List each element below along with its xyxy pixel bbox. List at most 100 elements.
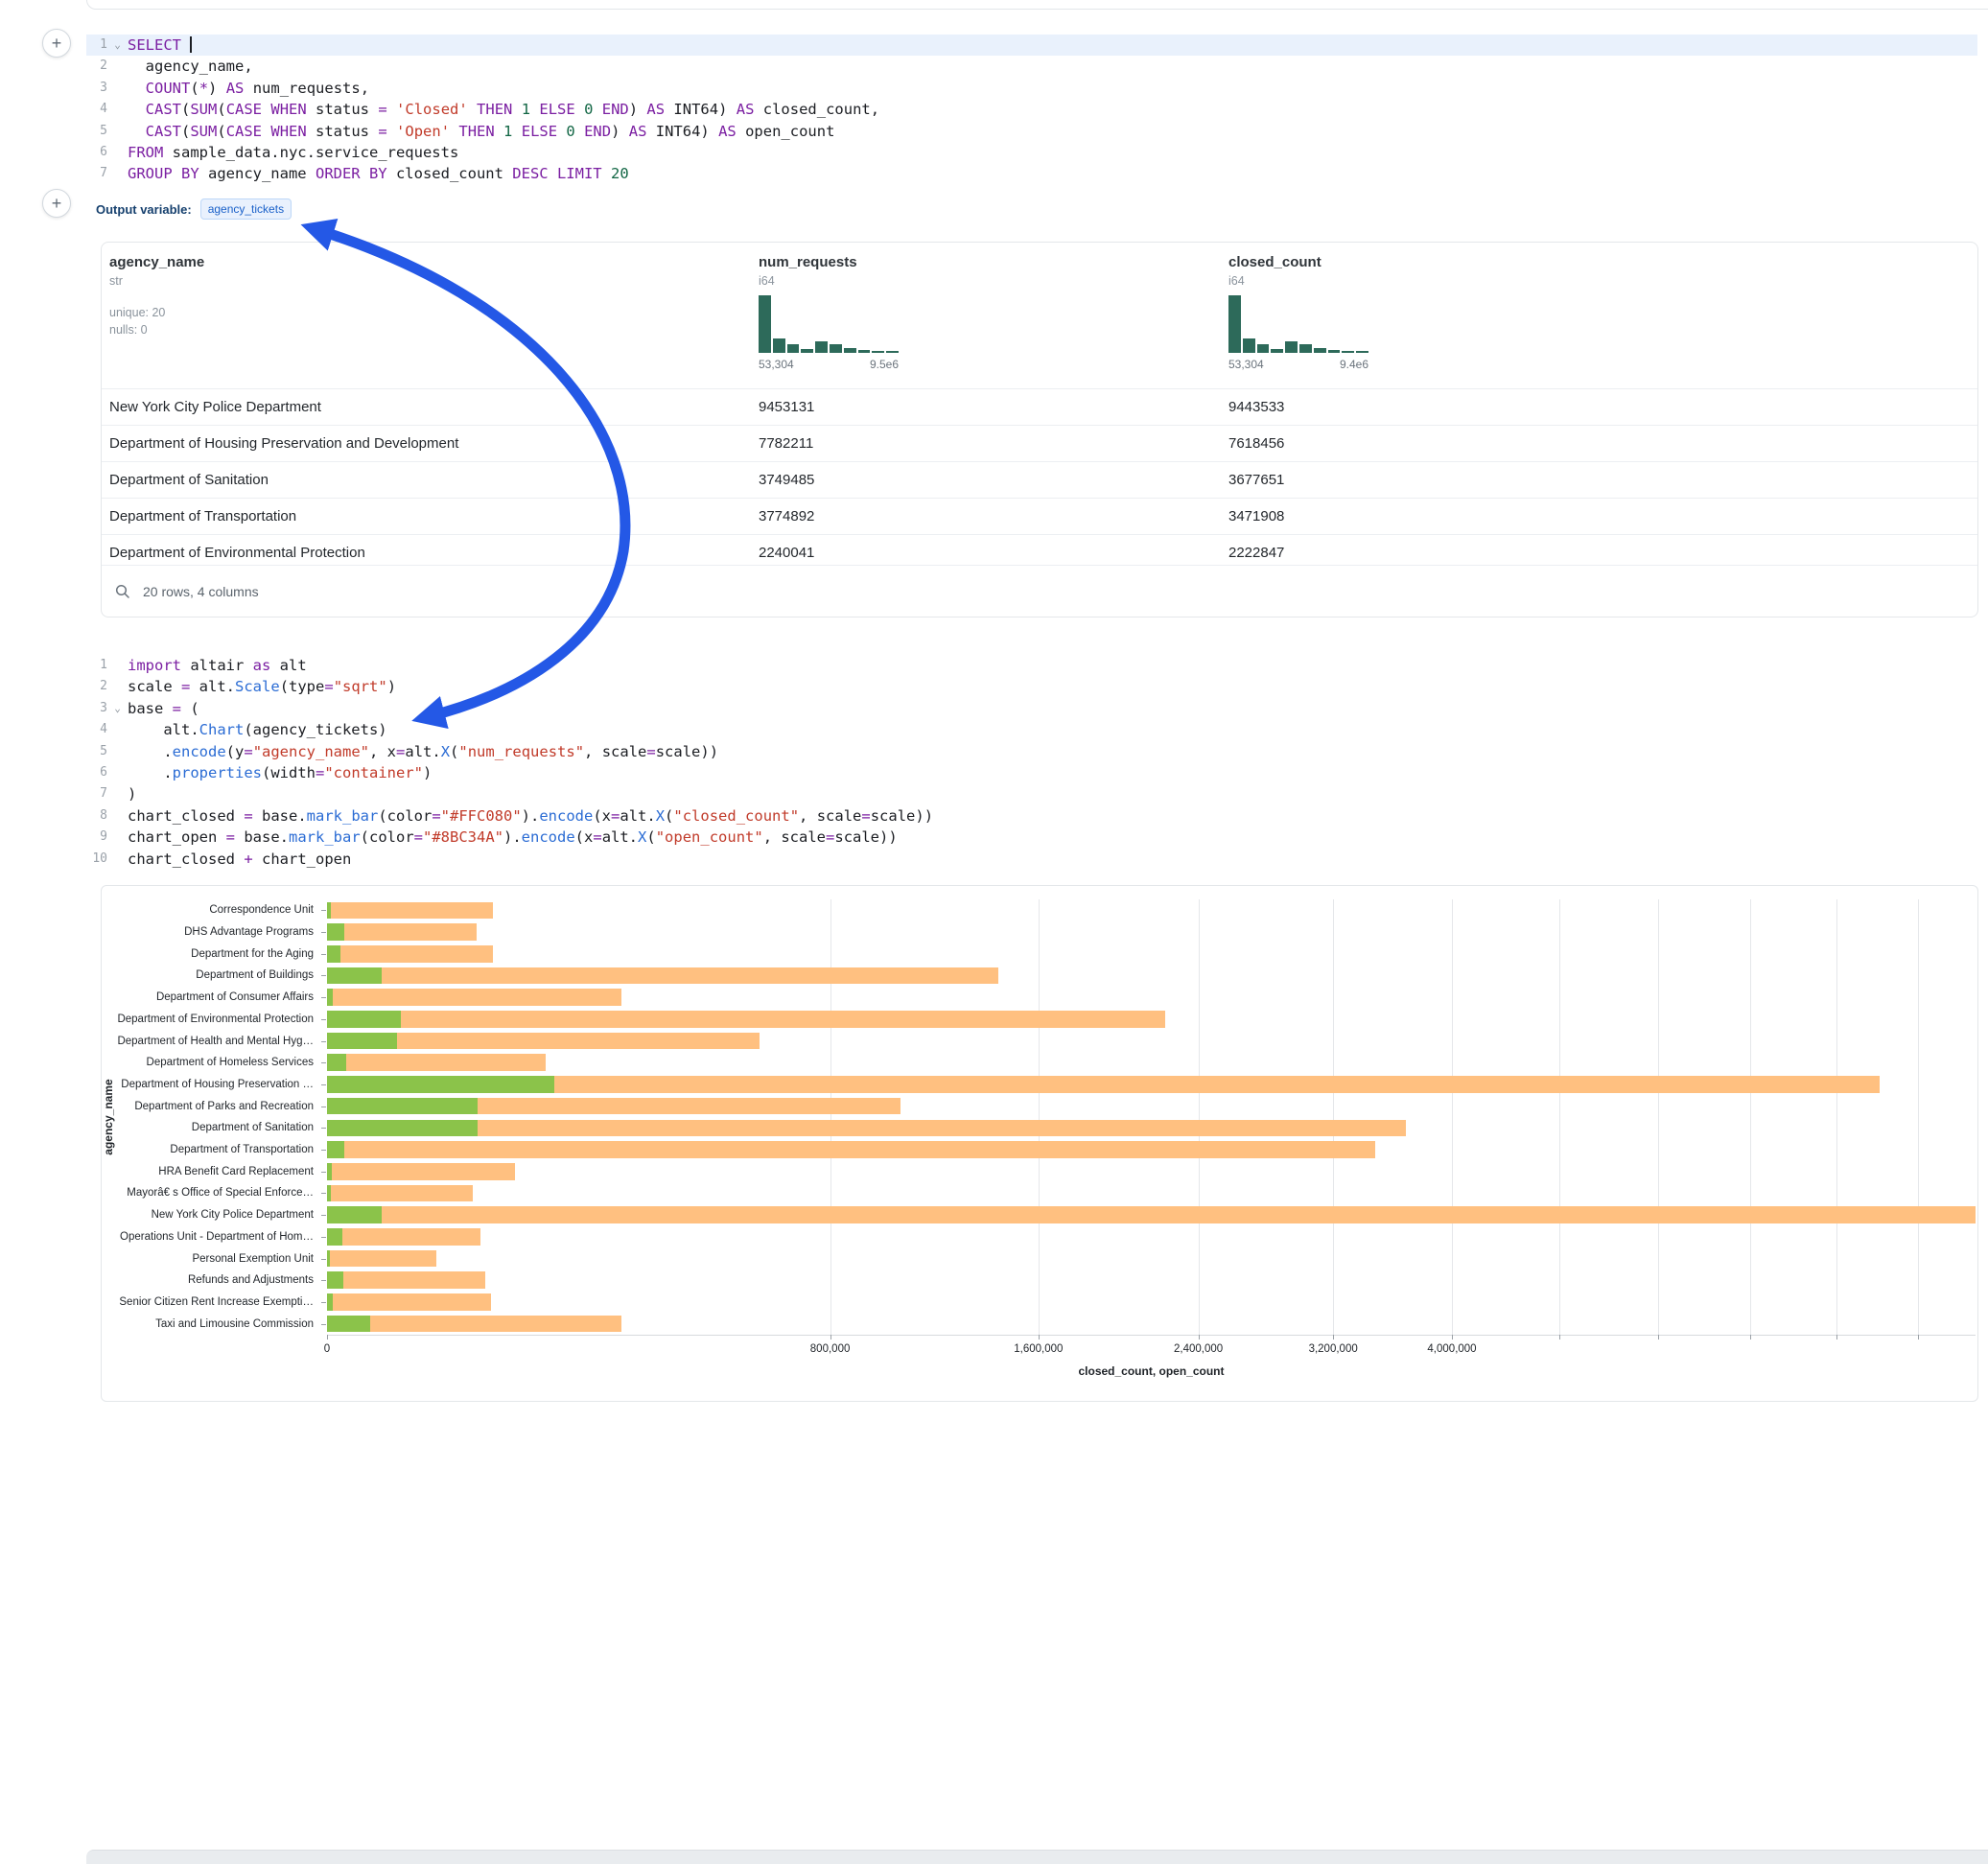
- fold-chevron-icon[interactable]: ⌄: [107, 35, 128, 56]
- python-code-line[interactable]: 5 .encode(y="agency_name", x=alt.X("num_…: [86, 741, 1977, 762]
- line-number: 5: [86, 741, 107, 762]
- line-number: 9: [86, 827, 107, 848]
- y-axis-label: Department of Health and Mental Hyg…: [117, 1036, 314, 1047]
- gridline: [1750, 899, 1751, 1335]
- x-tick: [1452, 1335, 1453, 1340]
- sql-code-line[interactable]: 7GROUP BY agency_name ORDER BY closed_co…: [86, 163, 1977, 184]
- histogram-bar: [1257, 344, 1270, 353]
- line-number: 4: [86, 719, 107, 740]
- python-code-line[interactable]: 6 .properties(width="container"): [86, 762, 1977, 783]
- python-code-line[interactable]: 2scale = alt.Scale(type="sqrt"): [86, 676, 1977, 697]
- code-text: alt.Chart(agency_tickets): [128, 719, 1977, 740]
- python-editor[interactable]: 1import altair as alt2scale = alt.Scale(…: [86, 655, 1977, 870]
- table-footer: 20 rows, 4 columns: [102, 565, 1977, 617]
- sql-editor[interactable]: 1⌄SELECT 2 agency_name,3 COUNT(*) AS num…: [86, 35, 1977, 185]
- y-axis-label: Department for the Aging: [191, 948, 314, 960]
- y-tick: [321, 1302, 326, 1303]
- column-name: agency_name: [109, 254, 204, 270]
- x-axis-label: 2,400,000: [1174, 1343, 1223, 1355]
- python-code-line[interactable]: 3⌄base = (: [86, 698, 1977, 719]
- bar-closed_count: [327, 1011, 1165, 1028]
- histogram-min-label: 53,304: [759, 358, 794, 371]
- bar-open_count: [327, 1098, 478, 1115]
- table-row[interactable]: Department of Sanitation37494853677651: [102, 461, 1977, 498]
- histogram-bar: [1271, 349, 1283, 353]
- y-tick: [321, 1150, 326, 1151]
- python-code-line[interactable]: 10chart_closed + chart_open: [86, 849, 1977, 870]
- python-code-line[interactable]: 7): [86, 783, 1977, 804]
- x-tick: [327, 1335, 328, 1340]
- y-tick: [321, 1193, 326, 1194]
- bar-closed_count: [327, 1293, 491, 1311]
- bar-open_count: [327, 1271, 343, 1289]
- histogram-bar: [801, 349, 813, 353]
- add-cell-button-output[interactable]: +: [42, 189, 71, 218]
- table-row[interactable]: Department of Housing Preservation and D…: [102, 425, 1977, 461]
- sql-code-line[interactable]: 6FROM sample_data.nyc.service_requests: [86, 142, 1977, 163]
- x-tick: [1559, 1335, 1560, 1340]
- bar-closed_count: [327, 1206, 1976, 1223]
- bar-closed_count: [327, 967, 998, 985]
- code-text: scale = alt.Scale(type="sqrt"): [128, 676, 1977, 697]
- fold-spacer: [107, 827, 128, 848]
- column-null-count: nulls: 0: [109, 321, 204, 338]
- python-code-line[interactable]: 9chart_open = base.mark_bar(color="#8BC3…: [86, 827, 1977, 848]
- code-text: chart_closed = base.mark_bar(color="#FFC…: [128, 805, 1977, 827]
- add-cell-button-top[interactable]: +: [42, 29, 71, 58]
- table-row[interactable]: Department of Transportation377489234719…: [102, 498, 1977, 534]
- fold-spacer: [107, 805, 128, 827]
- bar-open_count: [327, 1316, 370, 1333]
- sql-code-line[interactable]: 5 CAST(SUM(CASE WHEN status = 'Open' THE…: [86, 121, 1977, 142]
- table-cell: Department of Housing Preservation and D…: [109, 426, 458, 461]
- table-row[interactable]: New York City Police Department945313194…: [102, 388, 1977, 425]
- y-axis-label: Refunds and Adjustments: [188, 1274, 314, 1286]
- y-tick: [321, 1062, 326, 1063]
- fold-chevron-icon[interactable]: ⌄: [107, 698, 128, 719]
- y-axis: Correspondence UnitDHS Advantage Program…: [102, 886, 327, 1348]
- table-body: New York City Police Department945313194…: [102, 388, 1977, 571]
- x-tick: [1039, 1335, 1040, 1340]
- sql-code-line[interactable]: 2 agency_name,: [86, 56, 1977, 77]
- x-tick: [1750, 1335, 1751, 1340]
- bar-closed_count: [327, 902, 493, 920]
- code-text: ): [128, 783, 1977, 804]
- y-axis-label: Operations Unit - Department of Hom…: [120, 1231, 314, 1243]
- table-cell: 3749485: [759, 462, 814, 498]
- gridline: [1559, 899, 1560, 1335]
- search-icon[interactable]: [115, 584, 130, 599]
- column-histogram: [759, 295, 899, 353]
- y-axis-label: Department of Buildings: [196, 969, 314, 981]
- y-tick: [321, 910, 326, 911]
- column-header-num-requests[interactable]: num_requests i64 53,304 9.5e6: [759, 254, 899, 371]
- sql-code-line[interactable]: 3 COUNT(*) AS num_requests,: [86, 78, 1977, 99]
- code-text: COUNT(*) AS num_requests,: [128, 78, 1977, 99]
- histogram-bar: [1285, 341, 1298, 353]
- bar-open_count: [327, 1054, 346, 1071]
- y-axis-label: HRA Benefit Card Replacement: [158, 1166, 314, 1177]
- results-table: agency_name str unique: 20 nulls: 0 num_…: [101, 242, 1978, 617]
- bar-open_count: [327, 989, 333, 1006]
- column-header-closed-count[interactable]: closed_count i64 53,304 9.4e6: [1228, 254, 1368, 371]
- python-code-line[interactable]: 4 alt.Chart(agency_tickets): [86, 719, 1977, 740]
- output-variable-label: Output variable:: [96, 202, 192, 217]
- x-axis-title: closed_count, open_count: [327, 1364, 1976, 1378]
- code-text: .encode(y="agency_name", x=alt.X("num_re…: [128, 741, 1977, 762]
- output-variable-badge[interactable]: agency_tickets: [200, 198, 292, 220]
- code-text: CAST(SUM(CASE WHEN status = 'Closed' THE…: [128, 99, 1977, 120]
- code-text: chart_closed + chart_open: [128, 849, 1977, 870]
- sql-code-line[interactable]: 4 CAST(SUM(CASE WHEN status = 'Closed' T…: [86, 99, 1977, 120]
- fold-spacer: [107, 121, 128, 142]
- python-code-line[interactable]: 8chart_closed = base.mark_bar(color="#FF…: [86, 805, 1977, 827]
- column-header-agency-name[interactable]: agency_name str unique: 20 nulls: 0: [109, 254, 204, 338]
- histogram-bar: [844, 348, 856, 353]
- y-tick: [321, 1280, 326, 1281]
- code-text: CAST(SUM(CASE WHEN status = 'Open' THEN …: [128, 121, 1977, 142]
- fold-spacer: [107, 655, 128, 676]
- line-number: 3: [86, 78, 107, 99]
- python-code-line[interactable]: 1import altair as alt: [86, 655, 1977, 676]
- bar-closed_count: [327, 989, 621, 1006]
- line-number: 4: [86, 99, 107, 120]
- table-cell: New York City Police Department: [109, 389, 321, 425]
- fold-spacer: [107, 719, 128, 740]
- sql-code-line[interactable]: 1⌄SELECT: [86, 35, 1977, 56]
